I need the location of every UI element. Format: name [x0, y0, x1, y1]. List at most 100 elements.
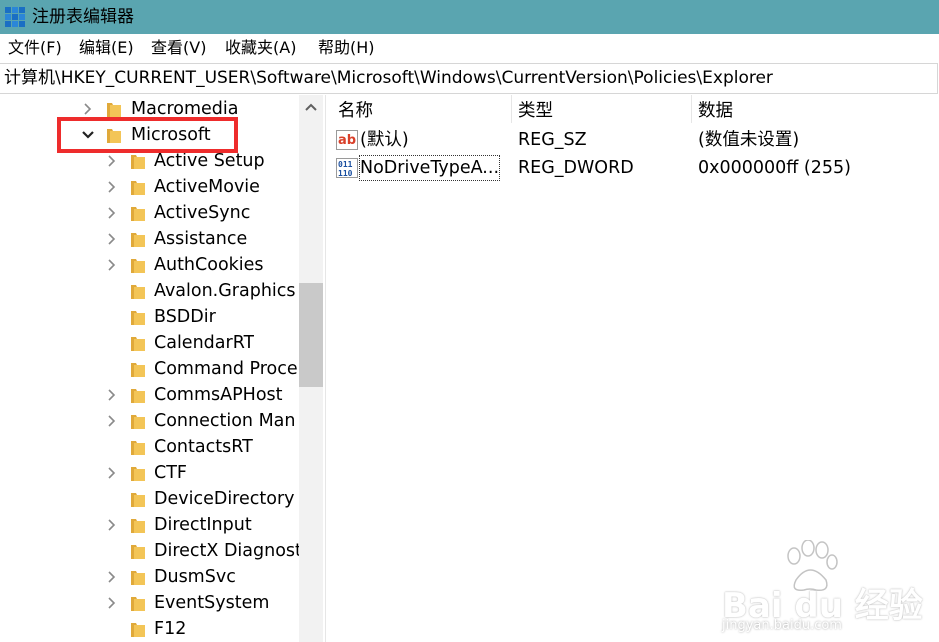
- tree-item-ctf[interactable]: CTF: [0, 460, 300, 486]
- watermark-url: jingyan.baidu.com: [722, 618, 842, 633]
- chevron-right-icon[interactable]: [104, 174, 120, 200]
- folder-icon: [131, 623, 145, 637]
- tree-item-label: ActiveMovie: [154, 177, 260, 197]
- svg-text:ab: ab: [338, 133, 356, 148]
- tree-item-bsddir[interactable]: BSDDir: [0, 304, 300, 330]
- tree-item-command-proce[interactable]: Command Proce: [0, 356, 300, 382]
- value-type: REG_SZ: [518, 130, 587, 150]
- menu-help[interactable]: 帮助(H): [318, 37, 375, 59]
- string-value-icon: ab: [336, 130, 358, 150]
- tree-item-label: Command Proce: [154, 359, 298, 379]
- value-row[interactable]: ab (默认) REG_SZ (数值未设置): [331, 126, 939, 154]
- folder-icon: [131, 597, 145, 611]
- tree-item-label: Avalon.Graphics: [154, 281, 296, 301]
- tree-item-label: DeviceDirectory: [154, 489, 295, 509]
- tree-item-label: F12: [154, 619, 187, 639]
- tree-item-label: CommsAPHost: [154, 385, 283, 405]
- menu-file[interactable]: 文件(F): [8, 37, 62, 59]
- chevron-right-icon[interactable]: [104, 382, 120, 408]
- tree-item-label: DirectInput: [154, 515, 252, 535]
- window-title: 注册表编辑器: [32, 7, 134, 27]
- value-type: REG_DWORD: [518, 158, 634, 178]
- tree-item-label: Assistance: [154, 229, 248, 249]
- tree-item-assistance[interactable]: Assistance: [0, 226, 300, 252]
- folder-icon: [131, 571, 145, 585]
- address-path[interactable]: 计算机\HKEY_CURRENT_USER\Software\Microsoft…: [4, 67, 773, 89]
- tree-item-eventsystem[interactable]: EventSystem: [0, 590, 300, 616]
- folder-icon: [131, 545, 145, 559]
- watermark: Bai du 经验 jingyan.baidu.com: [720, 540, 923, 633]
- menu-edit[interactable]: 编辑(E): [79, 37, 134, 59]
- tree-item-label: DusmSvc: [154, 567, 236, 587]
- folder-icon: [131, 441, 145, 455]
- folder-icon: [131, 233, 145, 247]
- tree-item-directinput[interactable]: DirectInput: [0, 512, 300, 538]
- menu-view[interactable]: 查看(V): [151, 37, 206, 59]
- tree-item-activesync[interactable]: ActiveSync: [0, 200, 300, 226]
- chevron-right-icon[interactable]: [104, 408, 120, 434]
- highlight-annotation: [57, 117, 238, 153]
- tree-item-authcookies[interactable]: AuthCookies: [0, 252, 300, 278]
- tree-item-calendarrt[interactable]: CalendarRT: [0, 330, 300, 356]
- regedit-icon: [5, 7, 25, 27]
- value-name: NoDriveTypeA...: [358, 155, 501, 181]
- chevron-up-icon: [305, 103, 317, 111]
- tree-item-label: EventSystem: [154, 593, 270, 613]
- folder-icon: [131, 363, 145, 377]
- scroll-up-button[interactable]: [299, 95, 323, 119]
- tree-item-directx-diagnost[interactable]: DirectX Diagnost: [0, 538, 302, 564]
- folder-icon: [131, 337, 145, 351]
- tree-scrollbar[interactable]: [299, 95, 323, 642]
- tree-item-f12[interactable]: F12: [0, 616, 300, 642]
- column-header-name[interactable]: 名称: [338, 99, 373, 123]
- tree-item-label: ActiveSync: [154, 203, 251, 223]
- svg-text:011: 011: [338, 160, 353, 169]
- column-header-data[interactable]: 数据: [698, 99, 733, 123]
- tree-item-label: BSDDir: [154, 307, 216, 327]
- folder-icon: [131, 311, 145, 325]
- tree-item-connection-man[interactable]: Connection Man: [0, 408, 300, 434]
- folder-icon: [131, 155, 145, 169]
- tree-item-label: DirectX Diagnost: [154, 541, 302, 561]
- folder-icon: [131, 181, 145, 195]
- tree-item-label: AuthCookies: [154, 255, 264, 275]
- tree-pane[interactable]: Macromedia Microsoft Active Setup ActiveMov…: [0, 95, 324, 642]
- tree-item-dusmsvc[interactable]: DusmSvc: [0, 564, 300, 590]
- value-data: (数值未设置): [698, 130, 800, 150]
- binary-value-icon: 011 110: [336, 158, 358, 178]
- tree-item-commsaphost[interactable]: CommsAPHost: [0, 382, 300, 408]
- chevron-right-icon[interactable]: [104, 460, 120, 486]
- tree-item-label: CalendarRT: [154, 333, 255, 353]
- tree-item-label: CTF: [154, 463, 187, 483]
- menu-favorites[interactable]: 收藏夹(A): [225, 37, 296, 59]
- folder-icon: [131, 259, 145, 273]
- svg-text:110: 110: [338, 169, 353, 178]
- value-name: (默认): [360, 130, 409, 150]
- folder-icon: [107, 103, 121, 117]
- chevron-right-icon[interactable]: [104, 564, 120, 590]
- chevron-right-icon[interactable]: [104, 226, 120, 252]
- chevron-right-icon[interactable]: [104, 590, 120, 616]
- tree-item-activemovie[interactable]: ActiveMovie: [0, 174, 300, 200]
- column-divider[interactable]: [511, 95, 512, 123]
- tree-item-devicedirectory[interactable]: DeviceDirectory: [0, 486, 300, 512]
- value-row[interactable]: 011 110 NoDriveTypeA... REG_DWORD 0x0000…: [331, 154, 939, 182]
- chevron-right-icon[interactable]: [104, 200, 120, 226]
- scroll-thumb[interactable]: [299, 283, 323, 387]
- address-bar[interactable]: 计算机\HKEY_CURRENT_USER\Software\Microsoft…: [0, 63, 938, 94]
- menu-bar: 文件(F) 编辑(E) 查看(V) 收藏夹(A) 帮助(H): [0, 34, 939, 62]
- column-header-type[interactable]: 类型: [518, 99, 553, 123]
- chevron-right-icon[interactable]: [104, 512, 120, 538]
- folder-icon: [131, 207, 145, 221]
- tree-item-label: ContactsRT: [154, 437, 253, 457]
- tree-item-contactsrt[interactable]: ContactsRT: [0, 434, 300, 460]
- folder-icon: [131, 389, 145, 403]
- tree-item-label: Connection Man: [154, 411, 296, 431]
- title-bar[interactable]: 注册表编辑器: [0, 0, 939, 34]
- tree-item-avalon-graphics[interactable]: Avalon.Graphics: [0, 278, 300, 304]
- folder-icon: [131, 467, 145, 481]
- column-divider[interactable]: [691, 95, 692, 123]
- folder-icon: [131, 493, 145, 507]
- chevron-right-icon[interactable]: [104, 252, 120, 278]
- folder-icon: [131, 519, 145, 533]
